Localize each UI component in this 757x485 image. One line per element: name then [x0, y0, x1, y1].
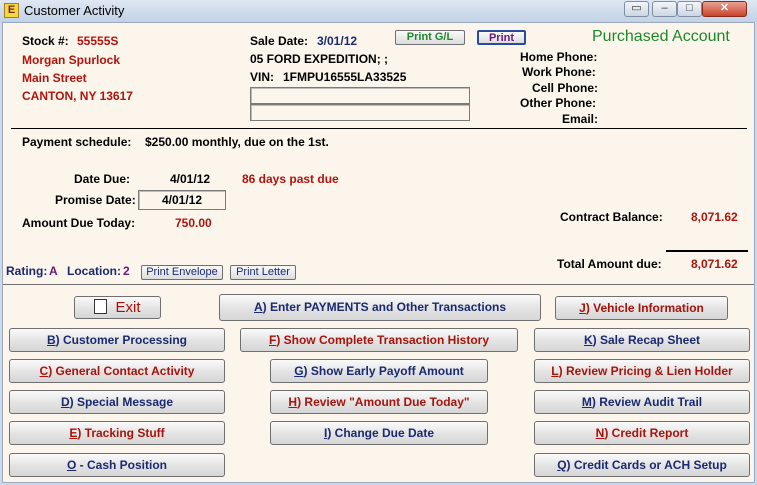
- actions-divider: [3, 284, 754, 285]
- customer-activity-window: E Customer Activity ▭ – □ ✕ Stock #: 555…: [0, 0, 757, 485]
- transaction-history-button[interactable]: F) Show Complete Transaction History: [240, 328, 518, 352]
- stock-number: 55555S: [77, 34, 119, 48]
- cash-position-button[interactable]: O - Cash Position: [9, 453, 225, 477]
- early-payoff-button[interactable]: G) Show Early Payoff Amount: [270, 359, 488, 383]
- window-title: Customer Activity: [24, 3, 125, 18]
- sale-date-value: 3/01/12: [317, 34, 358, 48]
- promise-date-input[interactable]: 4/01/12: [138, 190, 226, 210]
- minimize-icon[interactable]: –: [652, 1, 677, 17]
- contract-balance-value: 8,071.62: [691, 210, 738, 224]
- exit-label: Exit: [115, 299, 141, 316]
- amount-due-label: Amount Due Today:: [22, 216, 136, 230]
- customer-name: Morgan Spurlock: [22, 53, 121, 67]
- vehicle-information-button[interactable]: J) Vehicle Information: [555, 296, 728, 320]
- customer-city-state-zip: CANTON, NY 13617: [22, 89, 133, 103]
- close-icon[interactable]: ✕: [702, 1, 747, 17]
- vin-label: VIN:: [250, 70, 274, 84]
- print-button[interactable]: Print: [477, 30, 526, 45]
- review-amount-due-button[interactable]: H) Review "Amount Due Today": [270, 390, 488, 414]
- amount-due-value: 750.00: [175, 216, 212, 230]
- customer-street: Main Street: [22, 71, 87, 85]
- email-label: Email:: [562, 112, 599, 126]
- credit-cards-ach-button[interactable]: Q) Credit Cards or ACH Setup: [534, 453, 750, 477]
- vin-value: 1FMPU16555LA33525: [283, 70, 407, 84]
- total-underline: [666, 250, 748, 252]
- date-due-value: 4/01/12: [170, 172, 211, 186]
- cell-phone-label: Cell Phone:: [532, 81, 599, 95]
- payment-schedule-label: Payment schedule:: [22, 135, 132, 149]
- special-message-button[interactable]: D) Special Message: [9, 390, 225, 414]
- sale-extra-field-2[interactable]: [250, 104, 470, 121]
- restore-down-icon[interactable]: ▭: [624, 1, 649, 17]
- past-due-text: 86 days past due: [242, 172, 339, 186]
- print-envelope-button[interactable]: Print Envelope: [141, 265, 223, 280]
- sale-recap-button[interactable]: K) Sale Recap Sheet: [534, 328, 750, 352]
- contract-balance-label: Contract Balance:: [560, 210, 663, 224]
- customer-processing-button[interactable]: B) Customer Processing: [9, 328, 225, 352]
- rating-value: A: [49, 264, 58, 278]
- date-due-label: Date Due:: [74, 172, 131, 186]
- change-due-date-button[interactable]: I) Change Due Date: [270, 421, 488, 445]
- credit-report-button[interactable]: N) Credit Report: [534, 421, 750, 445]
- title-bar[interactable]: E Customer Activity ▭ – □ ✕: [0, 0, 757, 22]
- work-phone-label: Work Phone:: [522, 65, 596, 79]
- other-phone-label: Other Phone:: [520, 96, 597, 110]
- maximize-icon[interactable]: □: [677, 1, 702, 17]
- sale-extra-field-1[interactable]: [250, 87, 470, 104]
- vehicle-description: 05 FORD EXPEDITION; ;: [250, 52, 389, 66]
- location-label: Location:: [67, 264, 121, 278]
- stock-label: Stock #:: [22, 34, 69, 48]
- tracking-stuff-button[interactable]: E) Tracking Stuff: [9, 421, 225, 445]
- exit-button[interactable]: Exit: [74, 296, 161, 319]
- total-amount-value: 8,071.62: [691, 257, 738, 271]
- sale-date-label: Sale Date:: [250, 34, 309, 48]
- account-status: Purchased Account: [592, 28, 730, 45]
- audit-trail-button[interactable]: M) Review Audit Trail: [534, 390, 750, 414]
- enter-payments-button[interactable]: A) Enter PAYMENTS and Other Transactions: [219, 294, 541, 321]
- pricing-lien-button[interactable]: L) Review Pricing & Lien Holder: [534, 359, 750, 383]
- header-divider: [11, 128, 747, 129]
- app-logo-icon: E: [4, 3, 19, 18]
- promise-date-label: Promise Date:: [55, 193, 136, 207]
- general-contact-button[interactable]: C) General Contact Activity: [9, 359, 225, 383]
- client-area: Stock #: 55555S Morgan Spurlock Main Str…: [2, 22, 755, 483]
- payment-schedule-value: $250.00 monthly, due on the 1st.: [145, 135, 329, 149]
- print-gl-button[interactable]: Print G/L: [395, 30, 465, 45]
- home-phone-label: Home Phone:: [520, 50, 598, 64]
- total-amount-label: Total Amount due:: [557, 257, 662, 271]
- rating-label: Rating:: [6, 264, 48, 278]
- location-value: 2: [123, 264, 130, 278]
- print-letter-button[interactable]: Print Letter: [230, 265, 296, 280]
- exit-door-icon: [94, 299, 108, 314]
